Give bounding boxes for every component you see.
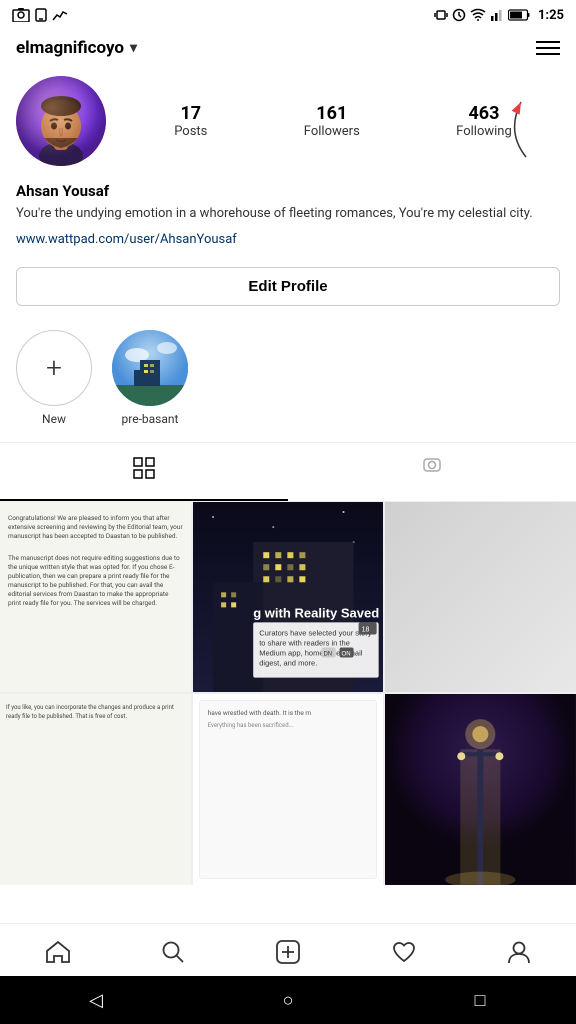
profile-section: 17 Posts 161 Followers 463 Following xyxy=(0,66,576,182)
add-square-icon xyxy=(276,940,300,964)
chevron-down-icon: ▾ xyxy=(130,40,137,56)
hamburger-menu-button[interactable] xyxy=(536,41,560,55)
following-label: Following xyxy=(456,124,512,139)
plus-icon: + xyxy=(46,351,62,384)
post-text-preview: Congratulations! We are pleased to infor… xyxy=(8,510,183,613)
battery-icon xyxy=(508,8,530,22)
top-nav: elmagnificoyo ▾ xyxy=(0,30,576,66)
table-row[interactable] xyxy=(385,694,576,885)
heart-icon xyxy=(392,941,416,963)
svg-text:g with Reality Saved: g with Reality Saved xyxy=(253,605,379,620)
status-left-icons xyxy=(12,8,68,22)
post-article-card: have wrestled with death. It is the m Ev… xyxy=(199,700,378,879)
time-display: 1:25 xyxy=(538,8,564,23)
new-story-circle[interactable]: + xyxy=(16,330,92,406)
profile-link[interactable]: www.wattpad.com/user/AhsanYousaf xyxy=(16,232,237,247)
building-illustration: g with Reality Saved Curators have selec… xyxy=(193,502,384,693)
recents-button[interactable]: □ xyxy=(460,980,500,1020)
followers-count: 161 xyxy=(316,103,347,124)
stats-row: 17 Posts 161 Followers 463 Following xyxy=(126,103,560,139)
profile-icon xyxy=(508,940,530,964)
wifi-icon xyxy=(470,8,486,22)
back-icon: ◁ xyxy=(89,990,103,1011)
bio-text: You're the undying emotion in a whorehou… xyxy=(16,204,560,224)
status-bar: 1:25 xyxy=(0,0,576,30)
search-icon xyxy=(162,941,184,963)
svg-text:ON: ON xyxy=(341,651,350,657)
pre-basant-story-circle[interactable] xyxy=(112,330,188,406)
add-post-nav-button[interactable] xyxy=(264,936,312,968)
username-label: elmagnificoyo xyxy=(16,38,124,58)
svg-text:DN: DN xyxy=(323,651,332,657)
table-row[interactable]: g with Reality Saved Curators have selec… xyxy=(193,502,384,693)
posts-label: Posts xyxy=(174,124,207,139)
status-right-icons: 1:25 xyxy=(434,8,564,23)
svg-text:to share with readers in the: to share with readers in the xyxy=(259,638,350,647)
likes-nav-button[interactable] xyxy=(380,937,428,967)
bio-section: Ahsan Yousaf You're the undying emotion … xyxy=(0,182,576,259)
content-tabs xyxy=(0,442,576,502)
photo-icon xyxy=(12,8,30,22)
following-count: 463 xyxy=(468,103,499,124)
edit-profile-button[interactable]: Edit Profile xyxy=(16,267,560,306)
table-row[interactable]: Congratulations! We are pleased to infor… xyxy=(0,502,191,693)
table-row[interactable] xyxy=(385,502,576,693)
person-icon xyxy=(421,457,443,485)
phone-icon xyxy=(34,8,48,22)
profile-name: Ahsan Yousaf xyxy=(16,182,560,200)
new-story-label: New xyxy=(42,412,66,426)
home-circle-icon: ○ xyxy=(283,990,294,1011)
svg-text:Curators have selected your st: Curators have selected your story xyxy=(259,628,372,637)
bottom-nav xyxy=(0,923,576,976)
table-row[interactable]: have wrestled with death. It is the m Ev… xyxy=(193,694,384,885)
followers-stat[interactable]: 161 Followers xyxy=(304,103,360,139)
alarm-icon xyxy=(452,8,466,22)
username-row[interactable]: elmagnificoyo ▾ xyxy=(16,38,137,58)
back-button[interactable]: ◁ xyxy=(76,980,116,1020)
story-thumbnail xyxy=(112,330,188,406)
grid-tab[interactable] xyxy=(0,443,288,501)
avatar xyxy=(16,76,106,166)
pre-basant-story-item[interactable]: pre-basant xyxy=(112,330,188,426)
dark-scene xyxy=(385,694,576,885)
post-placeholder xyxy=(385,502,576,693)
table-row[interactable]: If you like, you can incorporate the cha… xyxy=(0,694,191,885)
pre-basant-label: pre-basant xyxy=(122,412,179,426)
search-nav-button[interactable] xyxy=(150,937,196,967)
svg-text:digest, and more.: digest, and more. xyxy=(259,658,317,667)
svg-text:18: 18 xyxy=(361,626,369,633)
vibrate-icon xyxy=(434,8,448,22)
signal-icon xyxy=(490,8,504,22)
profile-nav-button[interactable] xyxy=(496,936,542,968)
grid-icon xyxy=(133,457,155,485)
new-story-item[interactable]: + New xyxy=(16,330,92,426)
posts-stat[interactable]: 17 Posts xyxy=(174,103,207,139)
following-stat[interactable]: 463 Following xyxy=(456,103,512,139)
android-nav-bar: ◁ ○ □ xyxy=(0,976,576,1024)
home-button[interactable]: ○ xyxy=(268,980,308,1020)
home-icon xyxy=(46,941,70,963)
home-nav-button[interactable] xyxy=(34,937,82,967)
dark-post-image xyxy=(385,694,576,885)
profile-tab[interactable] xyxy=(288,443,576,501)
stories-row: + New xyxy=(0,322,576,442)
followers-label: Followers xyxy=(304,124,360,139)
recents-icon: □ xyxy=(475,990,486,1011)
posts-grid: Congratulations! We are pleased to infor… xyxy=(0,502,576,885)
avatar-image xyxy=(16,76,106,166)
post-document-text: If you like, you can incorporate the cha… xyxy=(6,700,185,725)
posts-count: 17 xyxy=(180,103,201,124)
chart-icon xyxy=(52,8,68,22)
